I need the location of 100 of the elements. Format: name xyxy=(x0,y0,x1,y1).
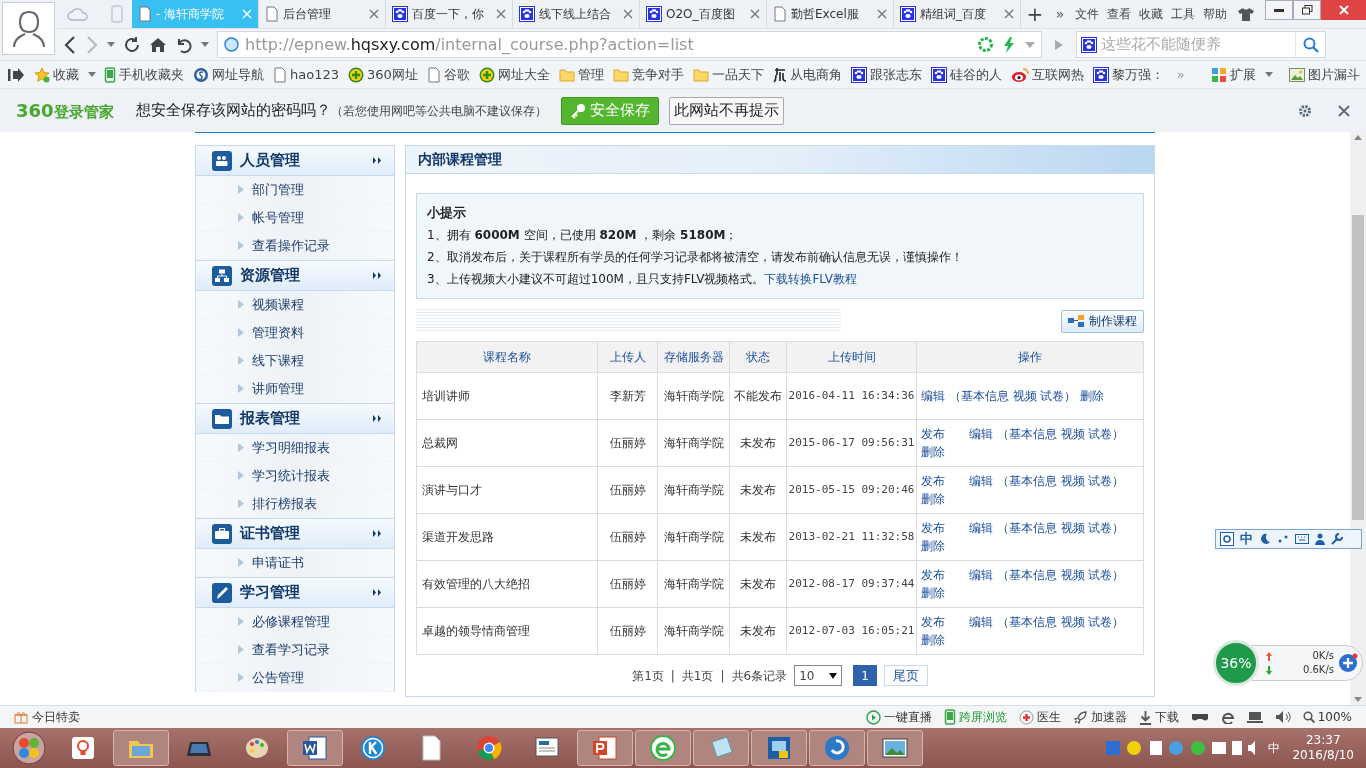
keyboard-icon[interactable] xyxy=(1295,534,1309,544)
close-icon[interactable] xyxy=(1338,104,1350,117)
search-icon[interactable] xyxy=(1302,36,1319,53)
action-link[interactable]: 试卷） xyxy=(1088,427,1125,441)
bookmark[interactable]: 一品天下 xyxy=(692,64,764,85)
action-link[interactable]: 试卷） xyxy=(1088,568,1125,582)
bookmark[interactable]: 收藏 xyxy=(34,64,96,85)
sidebar-item[interactable]: 学习明细报表 xyxy=(196,434,394,462)
menu-item[interactable]: 文件 xyxy=(1071,0,1103,28)
tutorial-link[interactable]: 下载转换FLV教程 xyxy=(764,272,857,286)
caret-icon[interactable] xyxy=(1265,71,1273,78)
search-input[interactable]: 这些花不能随便养 xyxy=(1101,33,1291,56)
action-link[interactable]: 试卷） xyxy=(1088,521,1125,535)
memory-gauge[interactable]: 36% xyxy=(1213,640,1259,686)
shutter-icon[interactable] xyxy=(978,37,993,52)
close-icon[interactable] xyxy=(369,9,379,19)
sidebar-item[interactable]: 申请证书 xyxy=(196,549,394,577)
action-link[interactable]: （基本信息 xyxy=(996,427,1057,441)
avatar[interactable] xyxy=(2,2,55,55)
ime-mode[interactable]: 中 xyxy=(1240,529,1253,549)
refresh-icon[interactable] xyxy=(123,35,141,54)
scrollbar[interactable] xyxy=(1350,132,1366,705)
last-page-button[interactable]: 尾页 xyxy=(883,665,928,686)
tray-icons[interactable] xyxy=(1106,739,1257,757)
menu-item[interactable]: 收藏 xyxy=(1135,0,1167,28)
action-link[interactable]: 删除 xyxy=(1080,389,1105,403)
bookmark[interactable]: 从电商角 xyxy=(772,64,842,85)
bookmark[interactable]: 管理 xyxy=(558,64,604,85)
action-link[interactable]: （基本信息 xyxy=(996,568,1057,582)
sidebar-toggle-icon[interactable] xyxy=(8,67,24,82)
shirt-icon[interactable] xyxy=(1237,7,1255,21)
sidebar-item[interactable]: 帐号管理 xyxy=(196,204,394,232)
sidebar-item[interactable]: 部门管理 xyxy=(196,176,394,204)
ime-indicator[interactable]: 中 xyxy=(1268,739,1281,757)
action-link[interactable]: 发布 xyxy=(921,615,945,629)
gift-icon[interactable] xyxy=(14,710,28,724)
sidebar-item[interactable]: 管理资料 xyxy=(196,319,394,347)
menu-item[interactable]: 帮助 xyxy=(1199,0,1231,28)
action-link[interactable]: 删除 xyxy=(921,633,945,647)
close-icon[interactable] xyxy=(1004,9,1014,19)
caret-icon[interactable] xyxy=(88,71,96,78)
extension-button[interactable]: 扩展 xyxy=(1211,64,1273,85)
menu-item[interactable]: 查看 xyxy=(1103,0,1135,28)
action-link[interactable]: （基本信息 xyxy=(996,615,1057,629)
action-link[interactable]: 删除 xyxy=(921,586,945,600)
action-link[interactable]: 发布 xyxy=(921,427,945,441)
action-link[interactable]: 试卷） xyxy=(1088,615,1125,629)
sidebar-group-header[interactable]: 学习管理 xyxy=(196,578,394,608)
ime-toolbar[interactable]: 中 xyxy=(1215,529,1362,549)
moon-icon[interactable] xyxy=(1259,533,1271,545)
sidebar-item[interactable]: 视频课程 xyxy=(196,291,394,319)
close-icon[interactable] xyxy=(750,9,760,19)
plus-icon[interactable] xyxy=(1338,653,1358,673)
action-link[interactable]: 删除 xyxy=(921,539,945,553)
more-tabs-button[interactable]: » xyxy=(1049,0,1071,28)
caret-icon[interactable] xyxy=(201,41,209,48)
action-link[interactable]: 试卷） xyxy=(1040,389,1077,403)
deals-link[interactable]: 今日特卖 xyxy=(32,708,80,726)
sidebar-group-header[interactable]: 报表管理 xyxy=(196,404,394,434)
bookmark[interactable]: 硅谷的人 xyxy=(930,64,1002,85)
extension-button[interactable]: 图片漏斗 xyxy=(1289,64,1360,85)
create-course-button[interactable]: 制作课程 xyxy=(1061,309,1144,333)
punctuation-icon[interactable] xyxy=(1277,534,1289,544)
caret-icon[interactable] xyxy=(1025,41,1035,48)
action-link[interactable]: 视频 xyxy=(1060,474,1085,488)
bookmark[interactable]: 互联网热 xyxy=(1010,64,1084,85)
sidebar-item[interactable]: 必修课程管理 xyxy=(196,608,394,636)
taskbar-app[interactable] xyxy=(577,730,633,766)
sidebar-item[interactable]: 讲师管理 xyxy=(196,375,394,403)
action-link[interactable]: 视频 xyxy=(1060,615,1085,629)
sidebar-item[interactable]: 学习统计报表 xyxy=(196,462,394,490)
caret-icon[interactable] xyxy=(107,41,115,48)
bookmark[interactable]: 360网址 xyxy=(348,64,418,85)
taskbar-app[interactable] xyxy=(809,730,865,766)
action-link[interactable]: 试卷） xyxy=(1088,474,1125,488)
action-link[interactable]: 发布 xyxy=(921,568,945,582)
wrench-icon[interactable] xyxy=(1331,533,1343,545)
clock[interactable]: 23:37 2016/8/10 xyxy=(1292,733,1362,763)
status-button[interactable]: 加速器 xyxy=(1072,708,1127,726)
bookmark[interactable]: 网址大全 xyxy=(478,64,550,85)
address-field[interactable]: http://epnew.hqsxy.com/internal_course.php?action=list xyxy=(217,31,1042,58)
laptop-icon[interactable] xyxy=(1246,711,1263,723)
sidebar-group-header[interactable]: 资源管理 xyxy=(196,261,394,291)
speaker-icon[interactable] xyxy=(1274,710,1291,724)
settings-icon[interactable] xyxy=(1298,103,1312,118)
bookmark[interactable]: 谷歌 xyxy=(426,64,470,85)
action-link[interactable]: （基本信息 xyxy=(996,521,1057,535)
bookmark[interactable]: 网址导航 xyxy=(193,64,264,85)
action-link[interactable]: （基本信息 xyxy=(996,474,1057,488)
close-icon[interactable] xyxy=(496,9,506,19)
bookmark[interactable]: 跟张志东 xyxy=(850,64,922,85)
back-icon[interactable] xyxy=(63,34,77,55)
action-link[interactable]: 编辑 xyxy=(969,615,993,629)
status-button[interactable]: 医生 xyxy=(1018,708,1061,726)
action-link[interactable]: （基本信息 xyxy=(948,389,1009,403)
action-link[interactable]: 视频 xyxy=(1060,427,1085,441)
search-field[interactable]: 这些花不能随便养 xyxy=(1076,31,1326,58)
bookmark[interactable]: 手机收藏夹 xyxy=(104,64,184,85)
sidebar-item[interactable]: 排行榜报表 xyxy=(196,490,394,518)
taskbar-app[interactable] xyxy=(751,730,807,766)
